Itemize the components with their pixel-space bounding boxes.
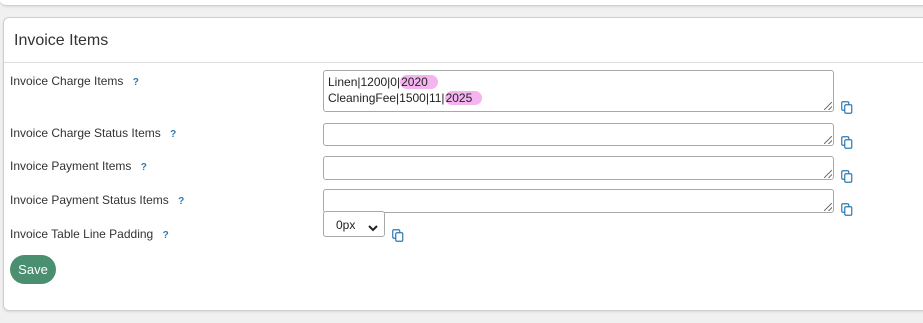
charge-line-2: CleaningFee|1500|11|2025 — [328, 90, 829, 106]
copy-icon[interactable] — [841, 170, 853, 183]
payment-status-textarea[interactable] — [323, 189, 834, 213]
chevron-down-icon — [368, 221, 378, 235]
charge-items-help-icon[interactable]: ? — [133, 77, 139, 88]
charge-status-row-label: Invoice Charge Status Items ? — [10, 126, 176, 140]
previous-panel-edge — [0, 0, 923, 6]
charge-status-label: Invoice Charge Status Items — [10, 126, 161, 140]
charge-items-label: Invoice Charge Items — [10, 74, 124, 88]
payment-items-help-icon[interactable]: ? — [141, 162, 147, 173]
charge-status-textarea[interactable] — [323, 123, 834, 146]
line-padding-help-icon[interactable]: ? — [163, 230, 169, 241]
line-padding-label: Invoice Table Line Padding — [10, 227, 154, 241]
copy-icon[interactable] — [841, 203, 853, 216]
payment-status-label: Invoice Payment Status Items — [10, 193, 169, 207]
charge-items-row-label: Invoice Charge Items ? — [10, 74, 139, 88]
payment-items-row-label: Invoice Payment Items ? — [10, 159, 147, 173]
copy-icon[interactable] — [392, 229, 404, 242]
copy-icon[interactable] — [841, 101, 853, 114]
resize-grip-icon[interactable] — [824, 102, 832, 110]
charge-line-2-highlight: 2025 — [444, 91, 483, 105]
payment-items-label: Invoice Payment Items — [10, 159, 132, 173]
line-padding-select[interactable]: 0px — [323, 211, 385, 237]
payment-status-help-icon[interactable]: ? — [178, 196, 184, 207]
payment-status-row-label: Invoice Payment Status Items ? — [10, 193, 184, 207]
charge-line-1-text: Linen|1200|0| — [328, 75, 401, 89]
resize-grip-icon[interactable] — [824, 203, 832, 211]
copy-icon[interactable] — [841, 136, 853, 149]
charge-items-textarea[interactable]: Linen|1200|0|2020 CleaningFee|1500|11|20… — [323, 70, 834, 112]
resize-grip-icon[interactable] — [824, 170, 832, 178]
charge-line-1: Linen|1200|0|2020 — [328, 74, 829, 90]
charge-line-2-text: CleaningFee|1500|11| — [328, 91, 445, 105]
payment-items-textarea[interactable] — [323, 156, 834, 180]
resize-grip-icon[interactable] — [824, 136, 832, 144]
save-button[interactable]: Save — [10, 255, 56, 284]
charge-line-1-highlight: 2020 — [400, 75, 438, 89]
line-padding-row-label: Invoice Table Line Padding ? — [10, 227, 169, 241]
line-padding-selected-value: 0px — [336, 218, 356, 232]
charge-status-help-icon[interactable]: ? — [170, 129, 176, 140]
panel-title: Invoice Items — [4, 18, 923, 63]
